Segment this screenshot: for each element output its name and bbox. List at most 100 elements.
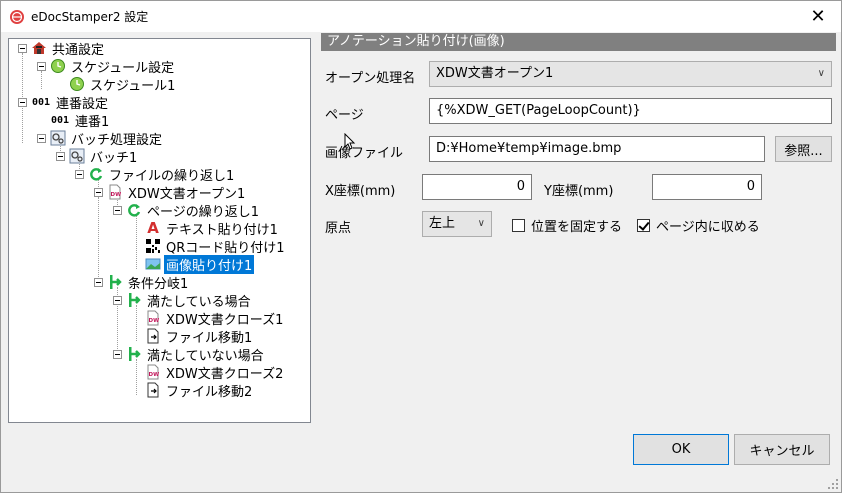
image-file-field[interactable]: D:¥Home¥temp¥image.bmp — [429, 136, 765, 162]
tree-expander[interactable] — [56, 152, 65, 161]
tree-node-xdw-open1[interactable]: DW XDW文書オープン1 — [107, 183, 247, 202]
branch-icon — [107, 274, 123, 290]
fit-in-page-label: ページ内に収める — [656, 220, 760, 235]
tree-node-label: ページの繰り返し1 — [147, 204, 260, 220]
tree-node-batch1[interactable]: バッチ1 — [69, 147, 139, 166]
tree-node-serial-settings[interactable]: 001 連番設定 — [31, 93, 110, 112]
checkbox-box — [512, 219, 525, 232]
close-icon: ✕ — [810, 6, 826, 27]
tree-node-schedule1[interactable]: スケジュール1 — [69, 75, 177, 94]
x-coordinate-label: X座標(mm) — [325, 184, 396, 199]
svg-text:DW: DW — [111, 192, 122, 198]
tree-node-page-loop1[interactable]: ページの繰り返し1 — [126, 201, 261, 220]
tree-node-file-loop1[interactable]: ファイルの繰り返し1 — [88, 165, 236, 184]
page-label: ページ — [325, 108, 364, 123]
origin-value: 左上 — [429, 216, 456, 231]
tree-node-label: 連番設定 — [56, 96, 109, 112]
mouse-cursor-icon — [344, 133, 356, 150]
y-coordinate-field[interactable]: 0 — [652, 174, 762, 200]
chevron-down-icon: ∨ — [817, 68, 825, 79]
xdw-doc-icon: DW — [145, 364, 161, 380]
qr-code-icon — [145, 238, 161, 254]
fix-position-label: 位置を固定する — [531, 220, 623, 235]
tree-node-condition-false[interactable]: 満たしていない場合 — [126, 345, 266, 364]
fit-in-page-checkbox[interactable]: ページ内に収める — [637, 216, 760, 235]
tree-expander[interactable] — [37, 134, 46, 143]
number-icon: 001 — [31, 96, 51, 108]
open-process-label: オープン処理名 — [325, 71, 416, 86]
gears-icon — [50, 130, 66, 146]
tree-node-label: ファイル移動1 — [166, 330, 253, 346]
tree-node-label: 共通設定 — [52, 42, 105, 58]
file-move-icon — [145, 382, 161, 398]
section-header: アノテーション貼り付け(画像) — [321, 33, 836, 51]
tree-node-qr-paste1[interactable]: QRコード貼り付け1 — [145, 237, 287, 256]
settings-tree[interactable]: 共通設定 スケジュール設定 スケジュール1 001 連番設定 001 連番1 バ… — [8, 38, 311, 423]
x-coordinate-field[interactable]: 0 — [422, 174, 532, 200]
loop-icon — [126, 202, 142, 218]
clock-icon — [69, 76, 85, 92]
tree-node-xdw-close1[interactable]: DW XDW文書クローズ1 — [145, 309, 285, 328]
tree-node-label: 満たしていない場合 — [147, 348, 264, 364]
tree-expander[interactable] — [37, 62, 46, 71]
tree-node-branch1[interactable]: 条件分岐1 — [107, 273, 190, 292]
origin-select[interactable]: 左上 ∨ — [422, 211, 492, 237]
open-process-select[interactable]: XDW文書オープン1 ∨ — [429, 61, 832, 87]
number-icon: 001 — [50, 114, 70, 126]
house-icon — [31, 40, 47, 56]
tree-node-batch-settings[interactable]: バッチ処理設定 — [50, 129, 164, 148]
image-file-label: 画像ファイル — [325, 146, 404, 161]
tree-expander[interactable] — [18, 98, 27, 107]
tree-expander[interactable] — [94, 278, 103, 287]
branch-icon — [126, 346, 142, 362]
file-move-icon — [145, 328, 161, 344]
tree-expander[interactable] — [75, 170, 84, 179]
xdw-doc-icon: DW — [145, 310, 161, 326]
resize-grip-icon[interactable] — [827, 478, 839, 490]
tree-expander[interactable] — [113, 296, 122, 305]
cancel-button[interactable]: キャンセル — [734, 434, 830, 465]
tree-node-image-paste1[interactable]: 画像貼り付け1 — [145, 254, 255, 274]
browse-button[interactable]: 参照... — [775, 136, 832, 162]
tree-expander[interactable] — [113, 206, 122, 215]
tree-node-label: バッチ処理設定 — [71, 132, 163, 148]
tree-node-label: バッチ1 — [90, 150, 138, 166]
tree-node-serial1[interactable]: 001 連番1 — [50, 111, 111, 130]
ok-button[interactable]: OK — [633, 434, 729, 465]
text-a-icon: A — [147, 219, 159, 237]
gears-icon — [69, 148, 85, 164]
tree-node-label: 画像貼り付け1 — [164, 254, 255, 274]
tree-node-text-paste1[interactable]: A テキスト貼り付け1 — [145, 219, 280, 238]
loop-icon — [88, 166, 104, 182]
tree-node-file-move2[interactable]: ファイル移動2 — [145, 381, 254, 400]
tree-node-label: XDW文書クローズ1 — [166, 312, 284, 328]
xdw-doc-icon: DW — [107, 184, 123, 200]
tree-expander[interactable] — [94, 188, 103, 197]
page-field[interactable]: {%XDW_GET(PageLoopCount)} — [429, 98, 832, 124]
y-coordinate-label: Y座標(mm) — [544, 184, 614, 199]
tree-node-schedule-settings[interactable]: スケジュール設定 — [50, 57, 176, 76]
settings-dialog: eDocStamper2 設定 ✕ 共通設定 スケジュール設定 スケジュール1 … — [0, 0, 842, 493]
tree-node-label: 条件分岐1 — [128, 276, 189, 292]
tree-node-label: 満たしている場合 — [147, 294, 251, 310]
title-bar: eDocStamper2 設定 ✕ — [1, 1, 841, 32]
tree-node-label: QRコード貼り付け1 — [166, 240, 285, 256]
tree-node-condition-true[interactable]: 満たしている場合 — [126, 291, 253, 310]
tree-node-label: ファイルの繰り返し1 — [109, 168, 235, 184]
fix-position-checkbox[interactable]: 位置を固定する — [512, 216, 622, 235]
origin-label: 原点 — [325, 221, 352, 236]
tree-node-label: XDW文書オープン1 — [128, 186, 246, 202]
edocstamper-app-icon — [9, 9, 25, 25]
tree-expander[interactable] — [113, 350, 122, 359]
checkbox-checked-icon — [637, 219, 650, 232]
tree-node-file-move1[interactable]: ファイル移動1 — [145, 327, 254, 346]
tree-expander[interactable] — [18, 44, 27, 53]
open-process-value: XDW文書オープン1 — [436, 66, 554, 81]
image-icon — [145, 256, 161, 272]
tree-node-xdw-close2[interactable]: DW XDW文書クローズ2 — [145, 363, 285, 382]
tree-node-common-settings[interactable]: 共通設定 — [31, 39, 106, 58]
tree-node-label: XDW文書クローズ2 — [166, 366, 284, 382]
close-button[interactable]: ✕ — [795, 1, 841, 32]
branch-icon — [126, 292, 142, 308]
tree-node-label: ファイル移動2 — [166, 384, 253, 400]
